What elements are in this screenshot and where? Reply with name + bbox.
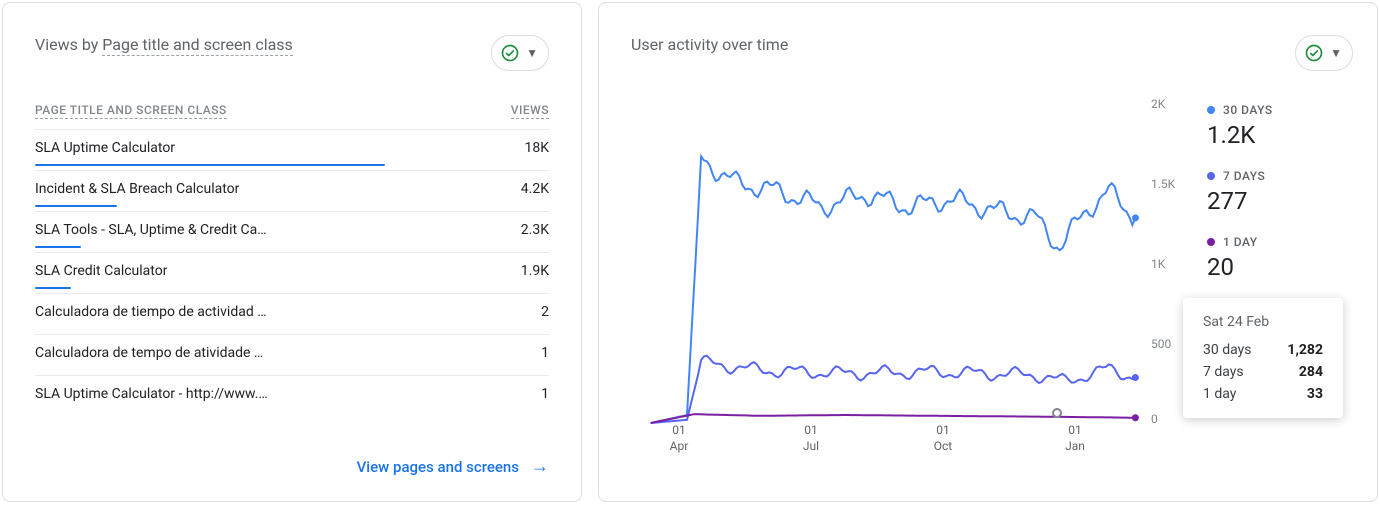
- legend-item[interactable]: 30 DAYS 1.2K: [1207, 103, 1353, 149]
- row-value: 2: [541, 304, 549, 320]
- hover-marker: [1052, 408, 1062, 418]
- legend-value: 1.2K: [1207, 121, 1353, 149]
- data-quality-pill[interactable]: ▼: [491, 35, 549, 71]
- th-dimension[interactable]: PAGE TITLE AND SCREEN CLASS: [35, 103, 227, 119]
- series-30-days: [651, 156, 1136, 423]
- chart-legend: 30 DAYS 1.2K 7 DAYS 277 1 DAY 20: [1203, 103, 1353, 477]
- card-title: User activity over time: [631, 35, 788, 54]
- check-circle-icon: [500, 43, 520, 63]
- chart-tooltip: Sat 24 Feb 30 days1,282 7 days284 1 day33: [1183, 298, 1343, 418]
- legend-value: 277: [1207, 187, 1353, 215]
- legend-value: 20: [1207, 253, 1353, 281]
- tooltip-row: 7 days284: [1203, 364, 1323, 380]
- y-tick: 1K: [1151, 257, 1165, 271]
- user-activity-card: User activity over time ▼ 2K 1.5K 1K 500 0 0…: [598, 2, 1378, 502]
- table-row[interactable]: Calculadora de tiempo de actividad … 2: [35, 293, 549, 334]
- card-header: Views by Page title and screen class ▼: [35, 35, 549, 71]
- row-title: SLA Credit Calculator: [35, 263, 167, 279]
- chevron-down-icon: ▼: [1326, 46, 1346, 60]
- x-tick: 01Jan: [1065, 423, 1085, 454]
- x-tick: 01Jul: [803, 423, 819, 454]
- table-row[interactable]: Calculadora de tempo de atividade … 1: [35, 334, 549, 375]
- row-value: 18K: [524, 140, 549, 156]
- y-tick: 500: [1151, 337, 1171, 351]
- table-row[interactable]: SLA Uptime Calculator 18K: [35, 129, 549, 170]
- row-title: Calculadora de tempo de atividade …: [35, 345, 263, 361]
- chart-zone: 2K1.5K1K5000 01Apr01Jul01Oct01Jan 30 DAY…: [631, 103, 1353, 477]
- y-tick: 1.5K: [1151, 177, 1175, 191]
- row-value: 1: [541, 345, 549, 361]
- legend-item[interactable]: 1 DAY 20: [1207, 235, 1353, 281]
- series-1-day: [651, 414, 1136, 423]
- dimension-selector[interactable]: Page title and screen class: [102, 35, 293, 56]
- legend-label: 1 DAY: [1223, 235, 1258, 249]
- legend-item[interactable]: 7 DAYS 277: [1207, 169, 1353, 215]
- series-7-days: [651, 356, 1136, 423]
- x-tick: 01Oct: [934, 423, 952, 454]
- link-label: View pages and screens: [357, 458, 519, 476]
- tooltip-date: Sat 24 Feb: [1203, 314, 1323, 330]
- row-title: SLA Tools - SLA, Uptime & Credit Ca…: [35, 222, 267, 238]
- row-value: 2.3K: [521, 222, 549, 238]
- row-title: Incident & SLA Breach Calculator: [35, 181, 239, 197]
- card-footer: View pages and screens →: [35, 456, 549, 477]
- table-row[interactable]: SLA Credit Calculator 1.9K: [35, 252, 549, 293]
- legend-label: 30 DAYS: [1223, 103, 1273, 117]
- table-body: SLA Uptime Calculator 18K Incident & SLA B…: [35, 129, 549, 456]
- x-tick: 01Apr: [670, 423, 689, 454]
- x-axis: 01Apr 01Jul 01Oct 01Jan: [631, 423, 1141, 473]
- card-title: Views by Page title and screen class: [35, 35, 293, 54]
- check-circle-icon: [1304, 43, 1324, 63]
- row-value: 1.9K: [521, 263, 549, 279]
- table-header: PAGE TITLE AND SCREEN CLASS VIEWS: [35, 103, 549, 119]
- table-row[interactable]: SLA Uptime Calculator - http://www.… 1: [35, 375, 549, 416]
- plot-wrap: 2K1.5K1K5000 01Apr01Jul01Oct01Jan: [631, 103, 1203, 477]
- chevron-down-icon: ▼: [522, 46, 542, 60]
- legend-label: 7 DAYS: [1223, 169, 1265, 183]
- tooltip-row: 1 day33: [1203, 386, 1323, 402]
- y-tick: 2K: [1151, 97, 1165, 111]
- y-tick: 0: [1151, 412, 1158, 426]
- view-pages-link[interactable]: View pages and screens →: [357, 456, 549, 477]
- row-title: Calculadora de tiempo de actividad …: [35, 304, 267, 320]
- row-value: 4.2K: [521, 181, 549, 197]
- row-title: SLA Uptime Calculator: [35, 140, 175, 156]
- arrow-right-icon: →: [531, 456, 549, 477]
- th-metric[interactable]: VIEWS: [511, 103, 549, 119]
- row-title: SLA Uptime Calculator - http://www.…: [35, 386, 268, 402]
- card-title-prefix: Views by: [35, 35, 102, 54]
- table-row[interactable]: Incident & SLA Breach Calculator 4.2K: [35, 170, 549, 211]
- line-chart[interactable]: [631, 103, 1141, 423]
- row-value: 1: [541, 386, 549, 402]
- card-header: User activity over time ▼: [631, 35, 1353, 71]
- table-row[interactable]: SLA Tools - SLA, Uptime & Credit Ca… 2.3K: [35, 211, 549, 252]
- data-quality-pill[interactable]: ▼: [1295, 35, 1353, 71]
- views-by-page-card: Views by Page title and screen class ▼ P…: [2, 2, 582, 502]
- tooltip-row: 30 days1,282: [1203, 342, 1323, 358]
